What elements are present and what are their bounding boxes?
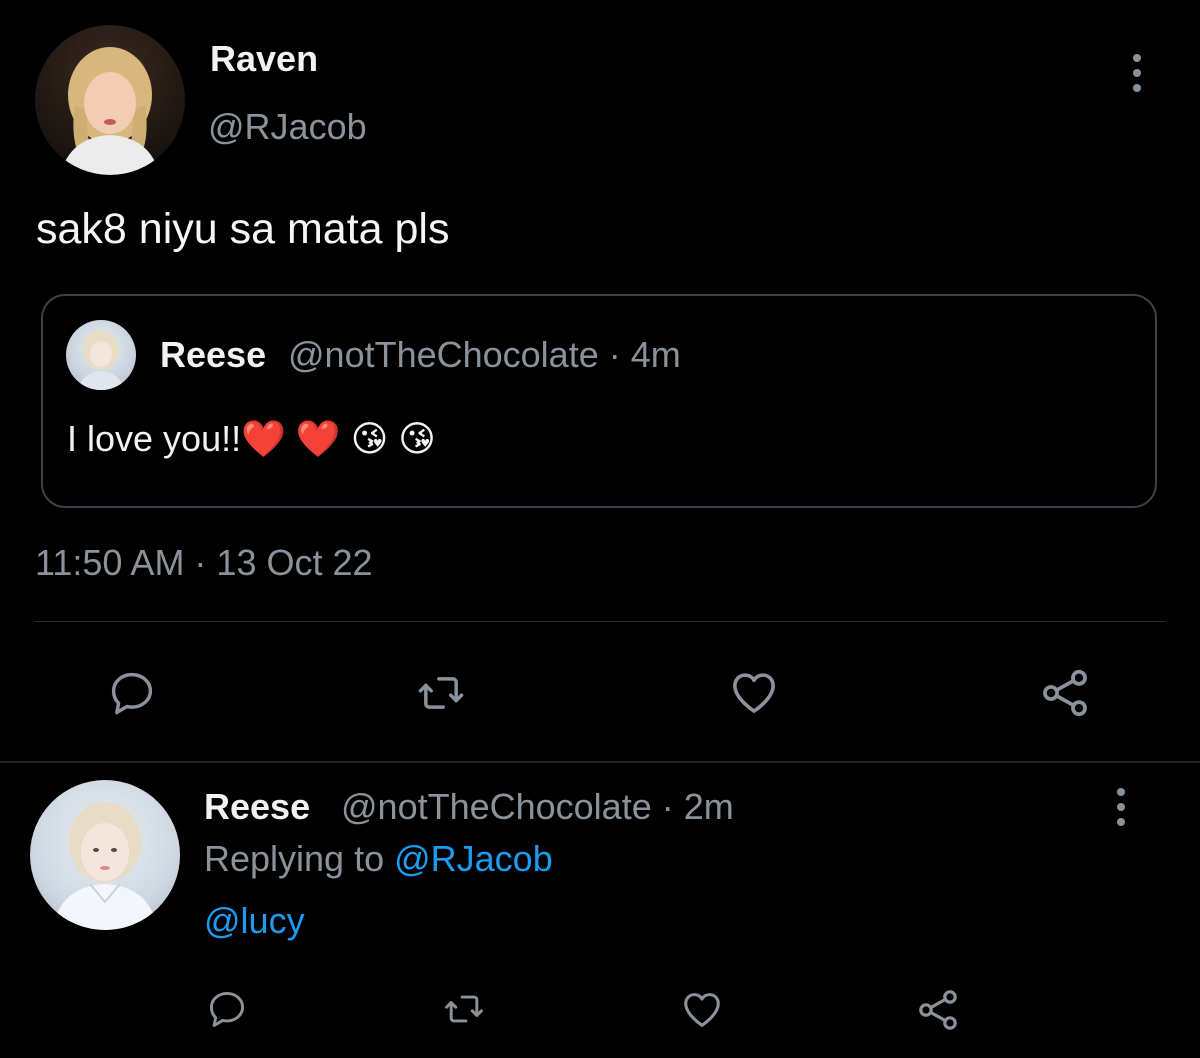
- retweet-icon[interactable]: [441, 987, 487, 1031]
- quoted-tweet-text: I love you!!❤️ ❤️ 😘 😘: [67, 418, 436, 459]
- quoted-author-name: Reese: [160, 334, 267, 375]
- reply-text-mention-link[interactable]: @lucy: [204, 900, 305, 942]
- reply-icon[interactable]: [106, 667, 158, 719]
- replying-to-line: Replying to @RJacob: [204, 838, 553, 880]
- author-name[interactable]: Raven: [210, 38, 318, 80]
- like-icon[interactable]: [678, 986, 726, 1032]
- retweet-icon[interactable]: [414, 667, 468, 719]
- divider: [0, 761, 1200, 763]
- reply-author-avatar[interactable]: [30, 780, 180, 930]
- tweet-timestamp[interactable]: 11:50 AM · 13 Oct 22: [35, 542, 373, 584]
- author-avatar[interactable]: [35, 25, 185, 175]
- like-icon[interactable]: [726, 665, 782, 719]
- divider: [35, 621, 1165, 622]
- reply-author-meta[interactable]: @notTheChocolate · 2m: [341, 786, 734, 828]
- share-icon[interactable]: [1037, 665, 1093, 721]
- share-icon[interactable]: [914, 986, 962, 1034]
- replying-to-label: Replying to: [204, 838, 395, 879]
- replying-to-handle-link[interactable]: @RJacob: [394, 838, 553, 879]
- tweet-text: sak8 niyu sa mata pls: [36, 205, 450, 253]
- author-handle[interactable]: @RJacob: [208, 106, 367, 148]
- reply-author-name[interactable]: Reese: [204, 786, 310, 828]
- quoted-author-avatar: [66, 320, 136, 390]
- quoted-author-meta: @notTheChocolate · 4m: [288, 334, 681, 375]
- reply-icon[interactable]: [205, 987, 249, 1031]
- quoted-tweet-card[interactable]: [41, 294, 1157, 508]
- more-options-icon[interactable]: [1131, 54, 1143, 92]
- more-options-icon[interactable]: [1115, 788, 1127, 826]
